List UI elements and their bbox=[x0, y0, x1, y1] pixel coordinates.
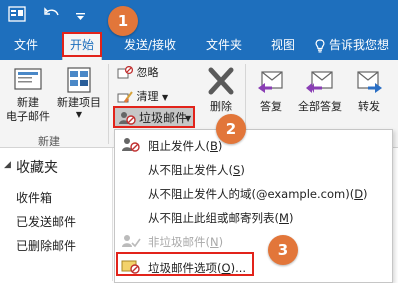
clean-up-icon bbox=[117, 90, 137, 104]
forward-button[interactable]: 转发 bbox=[351, 66, 387, 114]
menu-item-never-block-group[interactable]: 从不阻止此组或邮寄列表(M) bbox=[148, 210, 293, 226]
group-label-new: 新建 bbox=[38, 135, 60, 148]
step-badge-3: 3 bbox=[268, 235, 298, 265]
menu-item-never-block-domain[interactable]: 从不阻止发件人的域(@example.com)(D) bbox=[148, 186, 368, 202]
block-sender-icon bbox=[121, 136, 141, 158]
delete-button[interactable]: 删除 bbox=[203, 66, 239, 114]
chevron-down-icon: ▼ bbox=[75, 110, 83, 119]
delete-icon bbox=[203, 66, 239, 100]
highlight-junk-button bbox=[113, 106, 195, 128]
title-bar bbox=[0, 0, 398, 32]
not-junk-icon bbox=[121, 233, 141, 253]
tab-view[interactable]: 视图 bbox=[271, 32, 295, 60]
undo-icon[interactable] bbox=[44, 6, 60, 26]
highlight-home-tab bbox=[62, 32, 102, 57]
favorites-header[interactable]: 收藏夹 bbox=[16, 157, 58, 177]
new-email-label-2: 电子邮件 bbox=[6, 110, 50, 123]
new-items-button[interactable]: 新建项目 ▼ bbox=[52, 66, 106, 120]
menu-item-block-sender[interactable]: 阻止发件人(B) bbox=[148, 138, 222, 154]
reply-label: 答复 bbox=[260, 100, 282, 113]
forward-label: 转发 bbox=[358, 100, 380, 113]
new-items-label: 新建项目 bbox=[57, 96, 101, 109]
step-badge-2: 2 bbox=[216, 114, 246, 144]
folder-sent[interactable]: 已发送邮件 bbox=[16, 213, 76, 230]
folder-deleted[interactable]: 已删除邮件 bbox=[16, 237, 76, 254]
forward-icon bbox=[351, 66, 387, 100]
chevron-down-icon: ▼ bbox=[162, 93, 169, 102]
folder-inbox[interactable]: 收件箱 bbox=[16, 189, 52, 206]
reply-all-icon bbox=[293, 66, 347, 100]
delete-label: 删除 bbox=[210, 100, 232, 113]
ignore-label: 忽略 bbox=[136, 66, 159, 79]
app-icon[interactable] bbox=[8, 5, 26, 27]
menu-item-not-junk: 非垃圾邮件(N) bbox=[148, 235, 224, 249]
tell-me-search[interactable]: 告诉我您想 bbox=[329, 32, 389, 60]
lightbulb-icon bbox=[314, 32, 326, 60]
ignore-button[interactable]: 忽略 bbox=[117, 65, 159, 80]
group-divider bbox=[108, 64, 109, 144]
clean-up-label: 清理 bbox=[136, 90, 159, 103]
new-email-icon bbox=[3, 66, 53, 96]
new-email-label-1: 新建 bbox=[17, 96, 39, 109]
reply-all-label: 全部答复 bbox=[298, 100, 342, 113]
ignore-icon bbox=[117, 65, 137, 79]
reply-all-button[interactable]: 全部答复 bbox=[293, 66, 347, 114]
ribbon-tab-bar: 文件 开始 发送/接收 文件夹 视图 告诉我您想 bbox=[0, 32, 398, 61]
collapse-icon[interactable]: ◢ bbox=[4, 160, 11, 170]
folder-pane: ◢ 收藏夹 收件箱 已发送邮件 已删除邮件 bbox=[0, 148, 113, 281]
customize-quick-access-icon[interactable] bbox=[76, 10, 85, 25]
reply-icon bbox=[252, 66, 290, 100]
tab-file[interactable]: 文件 bbox=[14, 32, 38, 60]
highlight-junk-options bbox=[116, 252, 254, 276]
tab-send-receive[interactable]: 发送/接收 bbox=[124, 32, 176, 60]
menu-item-never-block-sender[interactable]: 从不阻止发件人(S) bbox=[148, 162, 245, 178]
step-badge-1: 1 bbox=[108, 6, 138, 36]
clean-up-button[interactable]: 清理 ▼ bbox=[117, 90, 168, 105]
new-items-icon bbox=[52, 66, 106, 96]
new-email-button[interactable]: 新建 电子邮件 bbox=[3, 66, 53, 124]
tab-folder[interactable]: 文件夹 bbox=[206, 32, 242, 60]
reply-button[interactable]: 答复 bbox=[252, 66, 290, 114]
